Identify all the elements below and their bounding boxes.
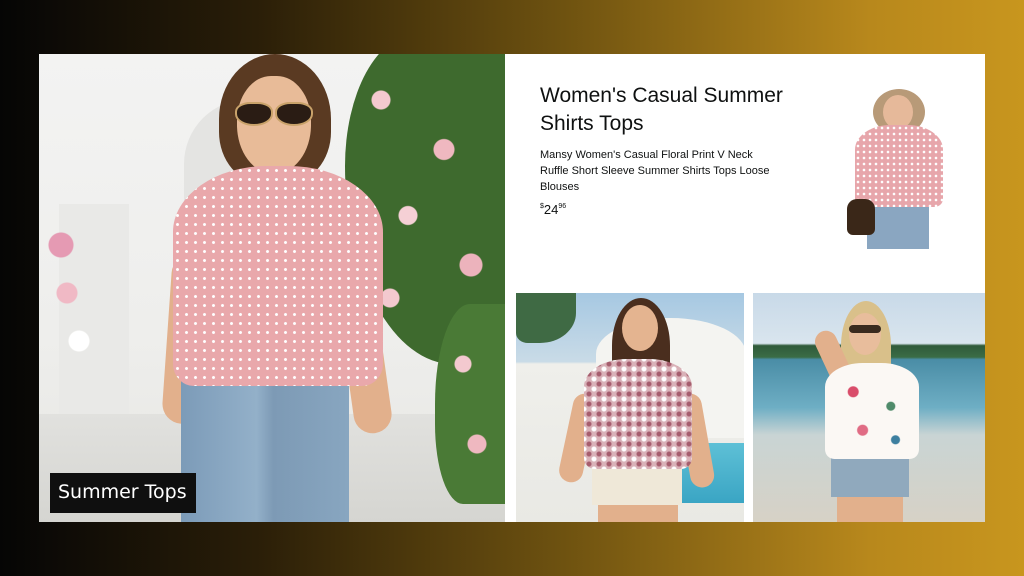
photo-palm — [516, 293, 576, 343]
hero-lifestyle-image[interactable]: Summer Tops — [39, 54, 505, 522]
product-title[interactable]: Women's Casual Summer Shirts Tops — [540, 82, 820, 138]
photo-model-blouse — [584, 359, 692, 469]
thumbnail-model-face — [883, 95, 913, 129]
price-whole: 24 — [543, 202, 559, 217]
hero-model-sunglasses — [233, 102, 315, 126]
price-fraction: 96 — [558, 203, 567, 210]
beach-model-blouse — [825, 363, 919, 459]
photo-model-legs — [598, 503, 678, 522]
beach-model-face — [849, 313, 881, 355]
beach-model-legs — [837, 493, 903, 522]
hero-model-blouse — [173, 166, 383, 386]
beach-model-shorts — [831, 455, 909, 497]
hero-label: Summer Tops — [50, 473, 196, 513]
beach-model-sunglasses — [849, 325, 881, 333]
hero-vase-flowers — [43, 229, 103, 389]
product-thumbnail[interactable] — [837, 89, 949, 249]
featured-product[interactable]: Women's Casual Summer Shirts Tops Mansy … — [513, 54, 985, 291]
hero-rose-bush-lower — [435, 304, 505, 504]
photo-model-shorts — [592, 463, 682, 505]
hero-model-jeans — [181, 370, 349, 522]
thumbnail-model-bag — [847, 199, 875, 235]
photo-model-face — [622, 305, 658, 351]
thumbnail-model-blouse — [855, 125, 943, 207]
product-price: $ 24 96 — [540, 202, 566, 217]
product-description[interactable]: Mansy Women's Casual Floral Print V Neck… — [540, 147, 780, 195]
hero-divider — [505, 54, 513, 522]
product-photo-floral-pool[interactable] — [516, 293, 744, 522]
promo-card: Summer Tops Women's Casual Summer Shirts… — [39, 54, 985, 522]
product-photo-white-beach[interactable] — [753, 293, 985, 522]
thumbnail-model-jeans — [867, 205, 929, 249]
hero-model — [157, 54, 395, 522]
